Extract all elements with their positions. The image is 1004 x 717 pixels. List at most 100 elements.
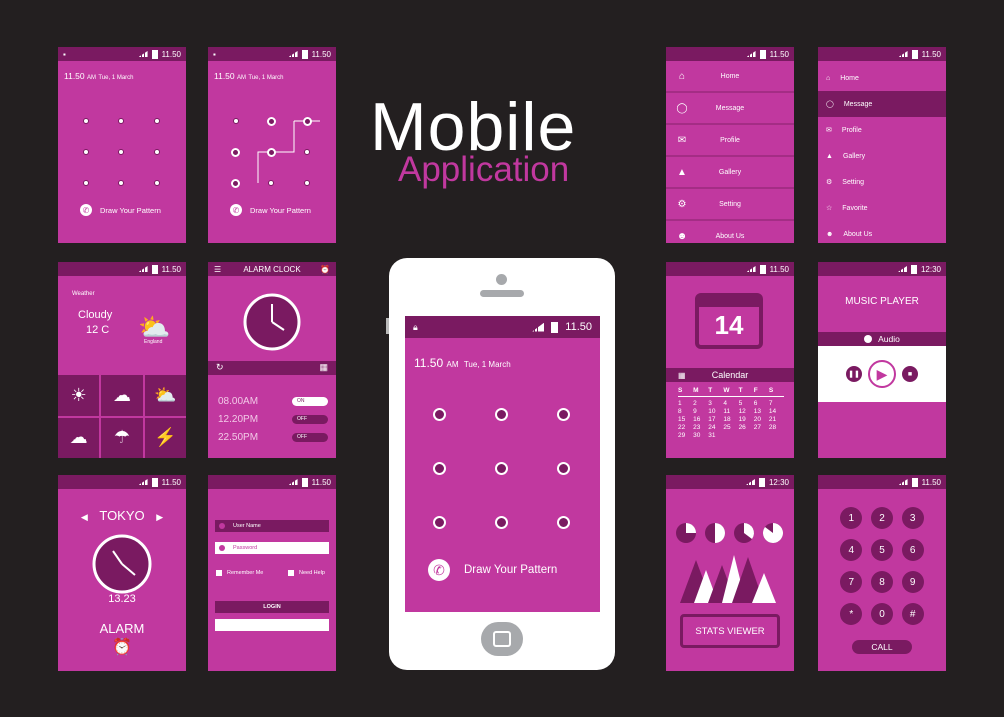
stop-icon[interactable]: ■ bbox=[902, 366, 918, 382]
menu-item-home[interactable]: ⌂ Home bbox=[818, 65, 946, 91]
menu-icon[interactable]: ☰ bbox=[214, 265, 221, 274]
login-input-extra[interactable] bbox=[215, 619, 329, 631]
user-icon bbox=[219, 523, 225, 529]
image-icon: ▲ bbox=[677, 166, 687, 178]
world-time: 13.23 bbox=[108, 593, 136, 605]
status-time: 12:30 bbox=[768, 477, 789, 487]
calendar-icon[interactable]: ▦ bbox=[319, 362, 328, 373]
next-arrow-icon[interactable]: ▶ bbox=[156, 512, 163, 522]
dial-key[interactable]: 0 bbox=[870, 603, 893, 625]
battery-icon bbox=[759, 49, 766, 59]
alarm-title: ALARM CLOCK bbox=[243, 264, 301, 274]
battery-icon bbox=[301, 477, 308, 487]
calendar-screen: 11.50 14 ▦ Calendar SMTWTFS 1234567 8 9 10… bbox=[666, 262, 794, 458]
dial-key[interactable]: # bbox=[901, 603, 924, 625]
dial-key[interactable]: 6 bbox=[901, 539, 924, 561]
audio-tab[interactable]: Audio bbox=[818, 332, 946, 346]
menu-item-profile[interactable]: ✉ Profile bbox=[666, 125, 794, 157]
alarm-bell-icon[interactable]: ⏰ bbox=[320, 265, 330, 274]
dial-key[interactable]: * bbox=[840, 603, 863, 625]
sun-icon: ☀ bbox=[58, 375, 100, 416]
lock-time: 11.50 AM Tue, 1 March bbox=[64, 71, 134, 81]
checkbox-icon bbox=[216, 570, 222, 576]
menu-item-setting[interactable]: ⚙ Setting bbox=[666, 189, 794, 221]
alarm-toolbar: ↻ ▦ bbox=[208, 361, 336, 375]
remember-me-checkbox[interactable]: Remember Me bbox=[216, 570, 263, 576]
weather-temp: 12 C bbox=[86, 324, 110, 336]
pause-icon[interactable]: ❚❚ bbox=[846, 366, 862, 382]
partly-cloudy-icon: ⛅ bbox=[144, 375, 186, 416]
calendar-grid[interactable]: SMTWTFS 1234567 8 9 10 11 12 13 14 15 16 17 18 19 2… bbox=[678, 387, 784, 439]
username-field[interactable]: User Name bbox=[215, 520, 329, 532]
alarm-clock-icon[interactable]: ⏰ bbox=[58, 637, 186, 657]
battery-icon bbox=[151, 477, 158, 487]
menu-item-gallery[interactable]: ▲ Gallery bbox=[666, 157, 794, 189]
city-selector[interactable]: ◀ TOKYO ▶ bbox=[58, 508, 186, 523]
call-button[interactable]: CALL bbox=[852, 640, 912, 654]
menu-item-setting[interactable]: ⚙ Setting bbox=[818, 169, 946, 195]
password-field[interactable]: Password bbox=[215, 542, 329, 554]
group-icon: ☻ bbox=[826, 230, 834, 238]
storm-icon: ⚡ bbox=[144, 417, 186, 458]
status-time: 11.50 bbox=[769, 264, 789, 274]
group-icon: ☻ bbox=[676, 230, 688, 242]
dial-key[interactable]: 3 bbox=[901, 507, 924, 529]
menu-item-profile[interactable]: ✉ Profile bbox=[818, 117, 946, 143]
alarm-label: ALARM bbox=[99, 621, 145, 636]
home-button[interactable] bbox=[481, 622, 523, 656]
signal-icon bbox=[897, 266, 907, 272]
phone-side-button bbox=[386, 318, 389, 334]
dial-key[interactable]: 8 bbox=[870, 571, 893, 593]
menu-item-message[interactable]: ◯ Message bbox=[818, 91, 946, 117]
disc-icon bbox=[864, 335, 873, 343]
signal-icon bbox=[288, 51, 298, 57]
lock-time: 11.50 AM Tue, 1 March bbox=[214, 71, 284, 81]
status-time: 11.50 bbox=[769, 49, 789, 59]
menu-screen-simple: 11.50 ⌂ Home ◯ Message ✉ Profile ▲ Gallery ⚙… bbox=[666, 47, 794, 243]
signal-icon bbox=[746, 51, 756, 57]
status-bar: 11.50 bbox=[58, 475, 186, 489]
star-icon: ☆ bbox=[826, 205, 833, 212]
calendar-icon: ▦ bbox=[678, 370, 686, 380]
battery-icon bbox=[758, 477, 765, 487]
need-help-link[interactable]: Need Help bbox=[288, 570, 325, 576]
dial-key[interactable]: 1 bbox=[840, 507, 863, 529]
alarm-row[interactable]: 22.50PM OFF bbox=[218, 428, 328, 446]
dial-key[interactable]: 7 bbox=[840, 571, 863, 593]
world-clock-screen: 11.50 ◀ TOKYO ▶ 13.23 ALARM ⏰ bbox=[58, 475, 186, 671]
dial-key[interactable]: 9 bbox=[901, 571, 924, 593]
alarm-row[interactable]: 12.20PM OFF bbox=[218, 410, 328, 428]
calendar-day-icon: 14 bbox=[695, 293, 763, 349]
menu-item-favorite[interactable]: ☆ Favorite bbox=[818, 195, 946, 221]
play-icon[interactable]: ▶ bbox=[868, 360, 896, 388]
signal-icon bbox=[138, 479, 148, 485]
battery-icon bbox=[551, 321, 559, 333]
menu-item-home[interactable]: ⌂ Home bbox=[666, 61, 794, 93]
draw-pattern-label: ✆ Draw Your Pattern bbox=[80, 204, 161, 216]
login-button[interactable]: LOGIN bbox=[215, 601, 329, 613]
lock-screen-1: ▪ 11.50 11.50 AM Tue, 1 March ✆ Draw Your… bbox=[58, 47, 186, 243]
alarm-row[interactable]: 08.00AM ON bbox=[218, 392, 328, 410]
menu-item-about[interactable]: ☻ About Us bbox=[818, 221, 946, 243]
mail-icon: ✉ bbox=[826, 127, 832, 134]
menu-item-gallery[interactable]: ▲ Gallery bbox=[818, 143, 946, 169]
menu-item-message[interactable]: ◯ Message bbox=[666, 93, 794, 125]
lock-icon: ▪ bbox=[63, 49, 66, 59]
dial-key[interactable]: 5 bbox=[870, 539, 893, 561]
dial-key[interactable]: 4 bbox=[840, 539, 863, 561]
refresh-icon[interactable]: ↻ bbox=[216, 362, 224, 373]
menu-item-about[interactable]: ☻ About Us bbox=[666, 221, 794, 243]
stats-viewer-button[interactable]: STATS VIEWER bbox=[680, 614, 780, 648]
home-square-icon bbox=[493, 631, 511, 647]
battery-icon bbox=[910, 264, 917, 274]
draw-pattern-label: ✆ Draw Your Pattern bbox=[230, 204, 311, 216]
phone-camera bbox=[496, 274, 507, 285]
dial-pad: 1 2 3 4 5 6 7 8 9 * 0 # bbox=[836, 507, 928, 625]
status-bar: 12:30 bbox=[666, 475, 794, 489]
dial-key[interactable]: 2 bbox=[870, 507, 893, 529]
prev-arrow-icon[interactable]: ◀ bbox=[81, 512, 88, 522]
music-title: MUSIC PLAYER bbox=[845, 296, 919, 307]
alarm-toggle: OFF bbox=[292, 414, 328, 424]
dialer-screen: 11.50 1 2 3 4 5 6 7 8 9 * 0 # CALL bbox=[818, 475, 946, 671]
help-icon bbox=[288, 570, 294, 576]
